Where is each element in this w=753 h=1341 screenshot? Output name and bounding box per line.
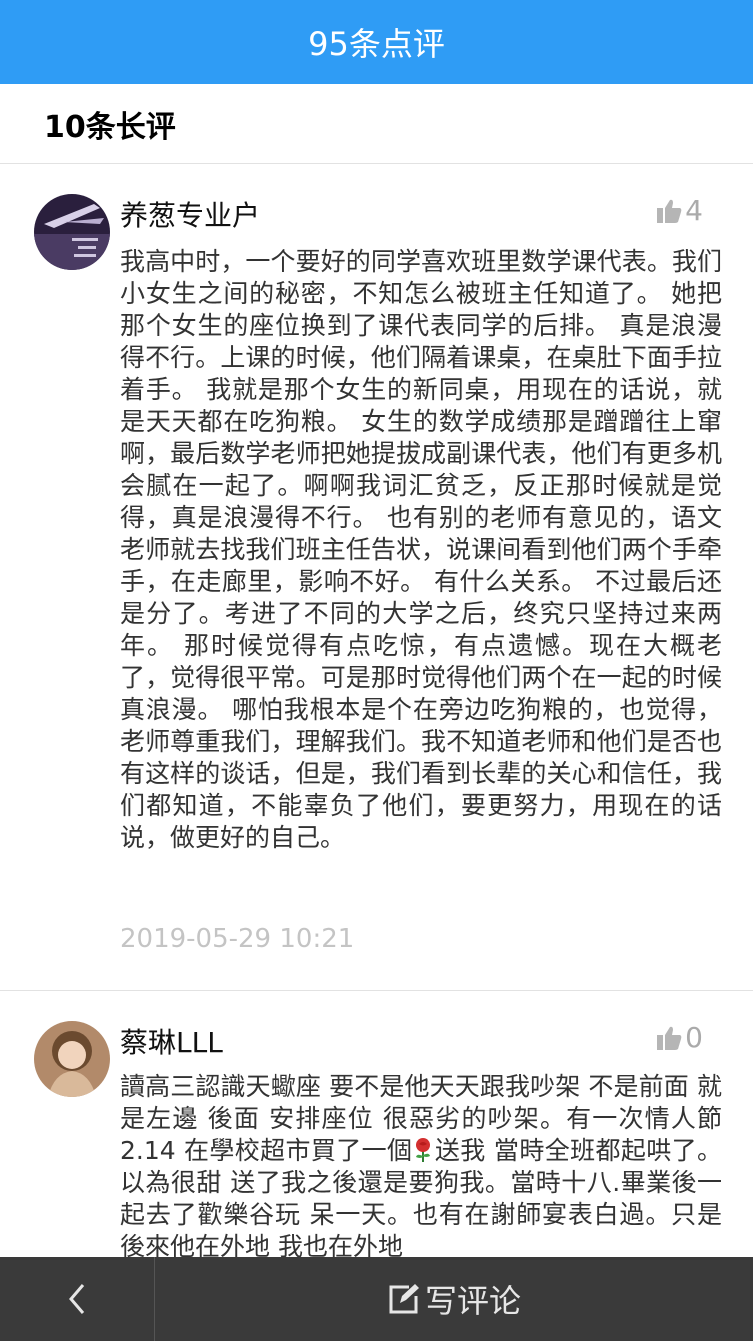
avatar[interactable] <box>34 1021 110 1097</box>
section-header: 10条长评 <box>0 84 753 164</box>
review-timestamp: 2019-05-29 10:21 <box>120 924 355 954</box>
review-text: 讀高三認識天蠍座 要不是他天天跟我吵架 不是前面 就是左邊 後面 安排座位 很惡… <box>120 1071 722 1261</box>
username[interactable]: 蔡琳LLL <box>120 1021 223 1061</box>
like-button[interactable]: 0 <box>655 1021 703 1054</box>
thumbs-up-icon <box>657 1026 682 1050</box>
write-review-button[interactable]: 写评论 <box>155 1257 753 1341</box>
avatar[interactable] <box>34 194 110 270</box>
like-count: 4 <box>685 194 703 227</box>
edit-icon <box>389 1284 419 1314</box>
like-button[interactable]: 4 <box>655 194 703 227</box>
like-count: 0 <box>685 1021 703 1054</box>
write-review-label: 写评论 <box>424 1282 521 1320</box>
chevron-left-icon <box>69 1284 85 1314</box>
rose-emoji-icon <box>416 1138 431 1162</box>
page-title: 95条点评 <box>308 25 445 63</box>
back-button[interactable] <box>0 1257 155 1341</box>
review-text: 我高中时，一个要好的同学喜欢班里数学课代表。我们小女生之间的秘密，不知怎么被班主… <box>120 247 722 852</box>
bottom-toolbar: 写评论 <box>0 1257 753 1341</box>
review-item: 养葱专业户 4 我高中时，一个要好的同学喜欢班里数学课代表。我们小女生之间的秘密… <box>0 164 753 991</box>
review-item: 蔡琳LLL 0 讀高三認識天蠍座 要不是他天天跟我吵架 不是前面 就是左邊 後面… <box>0 991 753 1261</box>
username[interactable]: 养葱专业户 <box>120 194 260 234</box>
section-title: 10条长评 <box>44 109 176 145</box>
thumbs-up-icon <box>657 199 682 223</box>
app-header: 95条点评 <box>0 0 753 84</box>
